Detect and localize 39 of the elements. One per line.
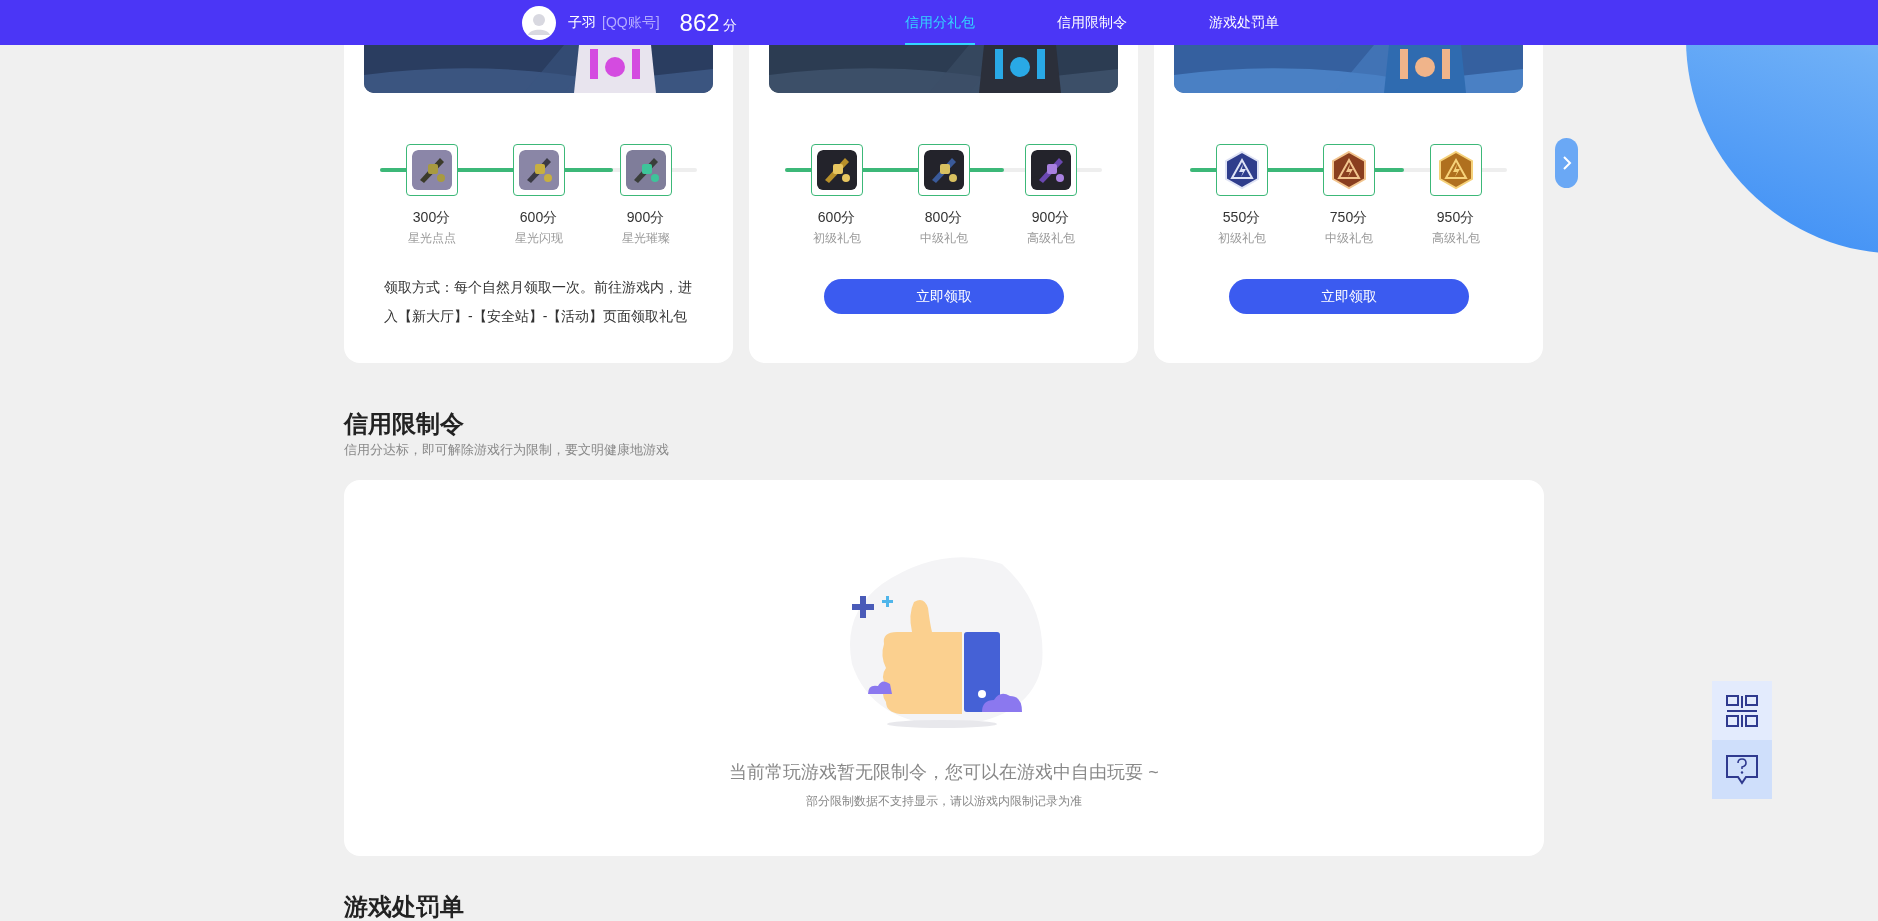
reward-score: 800分 <box>924 208 963 226</box>
section-title: 信用限制令 <box>344 409 465 439</box>
reward-score: 900分 <box>1031 208 1070 226</box>
reward-name: 初级礼包 <box>812 230 861 246</box>
reward-name: 初级礼包 <box>1217 230 1266 246</box>
reward-name: 中级礼包 <box>1324 230 1373 246</box>
nav-tab[interactable]: 游戏处罚单 <box>1168 0 1320 45</box>
avatar <box>522 5 556 40</box>
reward-score: 300分 <box>412 208 451 226</box>
reward-score: 900分 <box>626 208 665 226</box>
reward-name: 星光闪现 <box>514 230 563 246</box>
help-button[interactable] <box>1712 740 1772 799</box>
section-title: 游戏处罚单 <box>344 892 465 921</box>
reward-score: 600分 <box>817 208 856 226</box>
score-unit: 分 <box>722 16 737 35</box>
reward-score: 950分 <box>1436 208 1475 226</box>
username: 子羽 <box>568 13 596 32</box>
claim-button[interactable]: 立即领取 <box>1228 279 1469 314</box>
empty-note: 部分限制数据不支持显示，请以游戏内限制记录为准 <box>806 793 1082 809</box>
reward-name: 星光璀璨 <box>621 230 670 246</box>
empty-message: 当前常玩游戏暂无限制令，您可以在游戏中自由玩耍 ~ <box>729 761 1159 784</box>
reward-name: 中级礼包 <box>919 230 968 246</box>
nav-tab[interactable]: 信用分礼包 <box>864 0 1016 45</box>
qr-code-button[interactable] <box>1712 681 1772 740</box>
account-label: [QQ账号] <box>602 13 660 32</box>
reward-name: 星光点点 <box>407 230 456 246</box>
reward-name: 高级礼包 <box>1431 230 1480 246</box>
reward-name: 高级礼包 <box>1026 230 1075 246</box>
nav-tab[interactable]: 信用限制令 <box>1016 0 1168 45</box>
chevron-right-icon <box>1561 155 1572 171</box>
qr-code-icon <box>1726 694 1758 727</box>
reward-score: 600分 <box>519 208 558 226</box>
section-subtitle: 信用分达标，即可解除游戏行为限制，要文明健康地游戏 <box>344 441 670 459</box>
claim-button[interactable]: 立即领取 <box>823 279 1064 314</box>
credit-score: 862 <box>679 8 720 37</box>
help-chat-icon <box>1726 754 1758 785</box>
claim-instructions: 领取方式：每个自然月领取一次。前往游戏内，进入【新大厅】-【安全站】-【活动】页面领取礼包 <box>384 278 693 326</box>
reward-score: 750分 <box>1329 208 1368 226</box>
reward-score: 550分 <box>1222 208 1261 226</box>
